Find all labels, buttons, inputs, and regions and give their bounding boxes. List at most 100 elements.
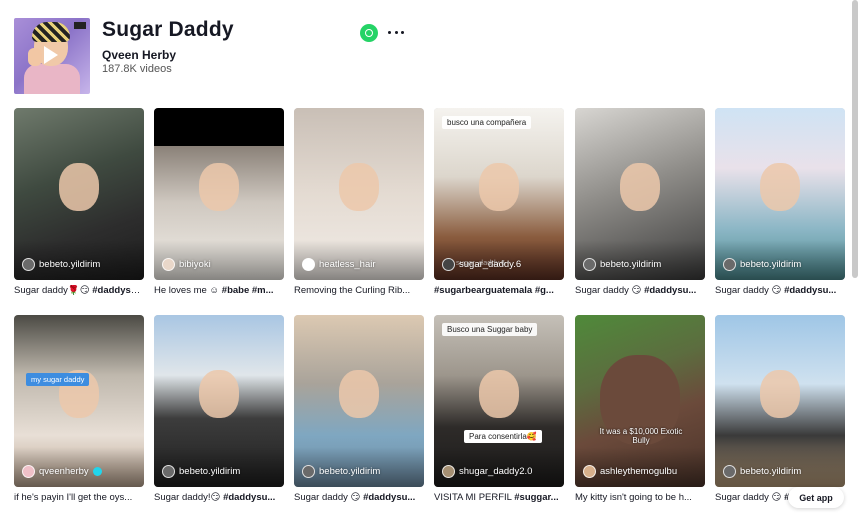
author-username[interactable]: bebeto.yildirim xyxy=(740,259,801,270)
caption-hashtags[interactable]: #daddysu... xyxy=(784,285,836,296)
video-card[interactable]: bebeto.yildirimSugar daddy 😏 #daddysu... xyxy=(715,315,845,503)
sound-cover-thumbnail[interactable] xyxy=(14,18,90,94)
video-card[interactable]: bebeto.yildirim Sugar daddy 😏 #daddysu... xyxy=(575,108,705,296)
video-author[interactable]: bebeto.yildirim xyxy=(723,258,801,271)
video-author[interactable]: sugar_daddy.6 xyxy=(442,258,521,271)
avatar[interactable] xyxy=(583,465,596,478)
avatar[interactable] xyxy=(162,258,175,271)
avatar[interactable] xyxy=(723,258,736,271)
video-thumbnail[interactable]: It was a $10,000 Exotic Bully ashleythemo… xyxy=(575,315,705,487)
whatsapp-icon[interactable] xyxy=(360,24,378,42)
video-card[interactable]: bebeto.yildirim Sugar daddy🌹😏 #daddysu... xyxy=(14,108,144,296)
video-caption[interactable]: My kitty isn't going to be h... xyxy=(575,492,705,503)
caption-hashtags[interactable]: #suggar... xyxy=(514,492,558,503)
video-card[interactable]: busco una compañerasugar_daddy.6sugar_da… xyxy=(434,108,564,296)
video-card[interactable]: Busco una Suggar baby Para consentirla🥰 sh… xyxy=(434,315,564,503)
author-username[interactable]: ashleythemogulbu xyxy=(600,466,677,477)
video-author[interactable]: bebeto.yildirim xyxy=(162,465,240,478)
artist-name[interactable]: Qveen Herby xyxy=(102,48,176,62)
video-author[interactable]: bebeto.yildirim xyxy=(302,465,380,478)
author-username[interactable]: qveenherby xyxy=(39,466,89,477)
avatar[interactable] xyxy=(302,258,315,271)
video-count: 187.8K videos xyxy=(102,63,172,75)
video-thumbnail[interactable]: bebeto.yildirim xyxy=(154,315,284,487)
author-username[interactable]: bibiyoki xyxy=(179,259,211,270)
caption-hashtags[interactable]: #daddysu... xyxy=(363,492,415,503)
caption-hashtags[interactable]: #daddysu... xyxy=(92,285,144,296)
caption-text: Sugar daddy 😏 xyxy=(715,492,785,503)
avatar[interactable] xyxy=(22,465,35,478)
more-icon[interactable] xyxy=(386,22,406,42)
video-thumbnail[interactable]: busco una compañerasugar_daddy.6sugar_da… xyxy=(434,108,564,280)
video-author[interactable]: heatless_hair xyxy=(302,258,376,271)
video-card[interactable]: my sugar daddy qveenherby if he's payin I'… xyxy=(14,315,144,503)
author-username[interactable]: bebeto.yildirim xyxy=(179,466,240,477)
avatar[interactable] xyxy=(442,258,455,271)
caption-text: Sugar daddy 😏 xyxy=(575,285,645,296)
sound-title: Sugar Daddy xyxy=(102,18,234,41)
video-thumbnail[interactable]: my sugar daddy qveenherby xyxy=(14,315,144,487)
video-thumbnail[interactable]: bebeto.yildirim xyxy=(294,315,424,487)
avatar[interactable] xyxy=(162,465,175,478)
author-username[interactable]: sugar_daddy.6 xyxy=(459,259,521,270)
video-card[interactable]: bebeto.yildirim Sugar daddy 😏 #daddysu... xyxy=(715,108,845,296)
video-thumbnail[interactable]: heatless_hair xyxy=(294,108,424,280)
author-username[interactable]: bebeto.yildirim xyxy=(600,259,661,270)
scrollbar[interactable] xyxy=(852,0,858,278)
verified-badge-icon xyxy=(92,467,102,476)
author-username[interactable]: shugar_daddy2.0 xyxy=(459,466,532,477)
video-card[interactable]: It was a $10,000 Exotic Bully ashleythemo… xyxy=(575,315,705,503)
video-author[interactable]: ashleythemogulbu xyxy=(583,465,677,478)
video-thumbnail[interactable]: bibiyoki xyxy=(154,108,284,280)
caption-hashtags[interactable]: #sugarbearguatemala #g... xyxy=(434,285,554,296)
caption-hashtags[interactable]: #daddysu... xyxy=(223,492,275,503)
video-author[interactable]: bibiyoki xyxy=(162,258,211,271)
video-thumbnail[interactable]: bebeto.yildirim xyxy=(715,315,845,487)
avatar[interactable] xyxy=(583,258,596,271)
caption-text: Removing the Curling Rib... xyxy=(294,285,411,296)
video-author[interactable]: bebeto.yildirim xyxy=(22,258,100,271)
caption-hashtags[interactable]: #daddysu... xyxy=(644,285,696,296)
video-caption[interactable]: Sugar daddy🌹😏 #daddysu... xyxy=(14,285,144,296)
author-username[interactable]: bebeto.yildirim xyxy=(39,259,100,270)
video-caption[interactable]: Removing the Curling Rib... xyxy=(294,285,424,296)
video-thumbnail[interactable]: Busco una Suggar baby Para consentirla🥰 sh… xyxy=(434,315,564,487)
video-thumbnail[interactable]: bebeto.yildirim xyxy=(575,108,705,280)
caption-hashtags[interactable]: #babe #m... xyxy=(222,285,274,296)
caption-text: if he's payin I'll get the oys... xyxy=(14,492,133,503)
caption-text: My kitty isn't going to be h... xyxy=(575,492,692,503)
video-thumbnail[interactable]: bebeto.yildirim xyxy=(14,108,144,280)
author-username[interactable]: bebeto.yildirim xyxy=(740,466,801,477)
video-overlay-text: Busco una Suggar baby xyxy=(442,323,538,336)
video-thumbnail[interactable]: bebeto.yildirim xyxy=(715,108,845,280)
video-caption[interactable]: Sugar daddy 😏 #daddysu... xyxy=(575,285,705,296)
video-caption[interactable]: He loves me ☺ #babe #m... xyxy=(154,285,284,296)
sound-header: Sugar Daddy Qveen Herby 187.8K videos xyxy=(14,18,714,96)
video-author[interactable]: bebeto.yildirim xyxy=(723,465,801,478)
avatar[interactable] xyxy=(302,465,315,478)
video-author[interactable]: shugar_daddy2.0 xyxy=(442,465,532,478)
avatar[interactable] xyxy=(22,258,35,271)
caption-text: Sugar daddy🌹😏 xyxy=(14,285,93,296)
video-caption[interactable]: Sugar daddy 😏 #daddysu... xyxy=(715,285,845,296)
video-card[interactable]: heatless_hair Removing the Curling Rib... xyxy=(294,108,424,296)
video-caption[interactable]: Sugar daddy!😏 #daddysu... xyxy=(154,492,284,503)
video-card[interactable]: bebeto.yildirim Sugar daddy!😏 #daddysu... xyxy=(154,315,284,503)
video-caption[interactable]: Sugar daddy 😏 #daddysu... xyxy=(294,492,424,503)
author-username[interactable]: bebeto.yildirim xyxy=(319,466,380,477)
video-caption[interactable]: if he's payin I'll get the oys... xyxy=(14,492,144,503)
play-icon[interactable] xyxy=(44,46,58,64)
video-overlay-text: busco una compañera xyxy=(442,116,532,129)
avatar[interactable] xyxy=(442,465,455,478)
video-caption[interactable]: VISITA MI PERFIL #suggar... xyxy=(434,492,564,503)
video-card[interactable]: bebeto.yildirim Sugar daddy 😏 #daddysu... xyxy=(294,315,424,503)
video-author[interactable]: bebeto.yildirim xyxy=(583,258,661,271)
video-overlay-text: It was a $10,000 Exotic Bully xyxy=(599,427,683,445)
avatar[interactable] xyxy=(723,465,736,478)
video-author[interactable]: qveenherby xyxy=(22,465,102,478)
author-username[interactable]: heatless_hair xyxy=(319,259,376,270)
video-card[interactable]: bibiyoki He loves me ☺ #babe #m... xyxy=(154,108,284,296)
video-overlay-label: my sugar daddy xyxy=(26,373,90,386)
get-app-button[interactable]: Get app xyxy=(788,487,844,508)
video-caption[interactable]: #sugarbearguatemala #g... xyxy=(434,285,564,296)
